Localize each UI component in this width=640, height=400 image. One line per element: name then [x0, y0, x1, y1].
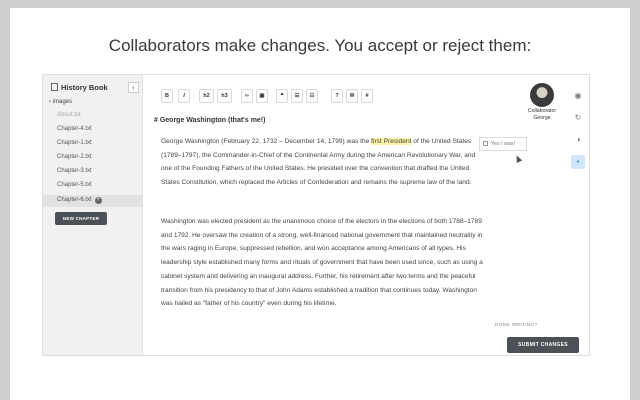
sidebar-file-chapter-5[interactable]: Chapter-5.txt: [57, 182, 92, 188]
sidebar-file-chapter-2[interactable]: Chapter-2.txt: [57, 154, 92, 160]
collaborator-name: George: [533, 114, 551, 121]
sidebar-file-about[interactable]: About.txt: [57, 112, 81, 118]
sidebar-file-chapter-6-label: Chapter-6.txt: [57, 197, 92, 203]
eye-icon[interactable]: ◉: [571, 89, 585, 103]
italic-button[interactable]: I: [178, 89, 190, 103]
help-button[interactable]: ?: [331, 89, 343, 103]
image-button[interactable]: ▣: [256, 89, 268, 103]
sidebar-file-chapter-3[interactable]: Chapter-3.txt: [57, 168, 92, 174]
mail-button[interactable]: ✉: [346, 89, 358, 103]
collaborator-label: Collaborator George: [521, 108, 563, 121]
link-button[interactable]: ∞: [241, 89, 253, 103]
contrast-icon[interactable]: ◑: [571, 133, 585, 147]
history-icon[interactable]: ↻: [571, 111, 585, 125]
paragraph-1-text-end: of the United States (1789–1797), the Co…: [161, 138, 476, 187]
highlighted-change[interactable]: first President: [371, 138, 412, 145]
chat-icon[interactable]: ▪: [571, 155, 585, 169]
bullet-list-button[interactable]: ☰: [291, 89, 303, 103]
mouse-cursor-icon: [513, 154, 523, 163]
sidebar: History Book ‹ › images About.txt Chapte…: [43, 75, 143, 355]
book-icon: [51, 83, 58, 91]
comment-text: Yes I was!: [491, 141, 515, 147]
h2-button[interactable]: h2: [199, 89, 214, 103]
bold-button[interactable]: B: [161, 89, 173, 103]
comment-bubble[interactable]: Yes I was!: [479, 137, 527, 151]
document-heading[interactable]: # George Washington (that's me!): [154, 117, 265, 124]
cropped-caption: [48, 385, 608, 400]
new-chapter-button[interactable]: NEW CHAPTER: [55, 212, 107, 225]
collaborator-avatar[interactable]: [530, 83, 554, 107]
document-paragraph-1[interactable]: George Washington (February 22, 1732 – D…: [161, 135, 485, 190]
sidebar-file-chapter-1[interactable]: Chapter-1.txt: [57, 140, 92, 146]
sidebar-folder-images[interactable]: › images: [49, 99, 72, 105]
comment-checkbox-icon: [483, 140, 488, 146]
submit-changes-button[interactable]: SUBMIT CHANGES: [507, 337, 579, 353]
right-rail: ◉ ↻ ◑ ▪: [567, 75, 589, 355]
done-writing-label: DONE WRITING?: [495, 323, 538, 328]
sidebar-file-chapter-6[interactable]: Chapter-6.txt +: [57, 197, 102, 204]
page-headline: Collaborators make changes. You accept o…: [108, 36, 532, 55]
paragraph-1-text-start: George Washington (February 22, 1732 – D…: [161, 138, 372, 145]
numbered-list-button[interactable]: ☷: [306, 89, 318, 103]
collapse-sidebar-button[interactable]: ‹: [128, 82, 139, 93]
add-icon[interactable]: +: [94, 197, 102, 204]
sidebar-file-chapter-4[interactable]: Chapter-4.txt: [57, 126, 92, 132]
h3-button[interactable]: h3: [217, 89, 232, 103]
editor-frame: History Book ‹ › images About.txt Chapte…: [42, 74, 590, 356]
hash-button[interactable]: #: [361, 89, 373, 103]
book-title-label: History Book: [61, 83, 108, 92]
page: Collaborators make changes. You accept o…: [10, 8, 630, 400]
document-paragraph-2[interactable]: Washington was elected president as the …: [161, 215, 485, 311]
book-title: History Book: [51, 83, 108, 92]
quote-button[interactable]: ❝: [276, 89, 288, 103]
